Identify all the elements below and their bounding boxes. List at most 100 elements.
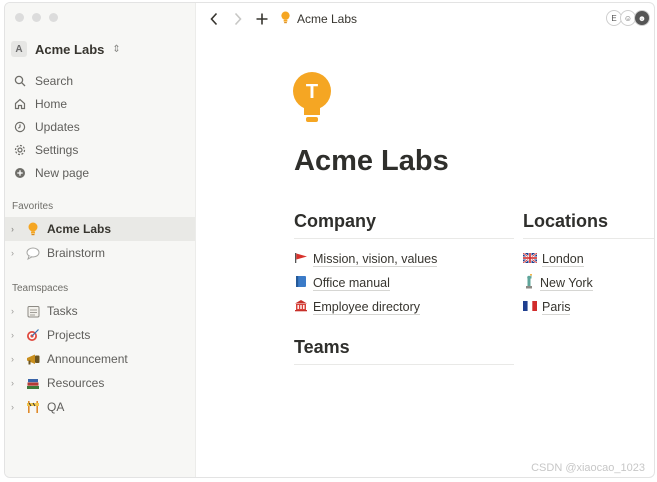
chevron-updown-icon: ⇕: [112, 43, 121, 55]
link-office-manual[interactable]: Office manual: [294, 271, 514, 295]
sidebar: A Acme Labs ⇕ Search Home Updates Settin…: [5, 3, 196, 477]
forward-button[interactable]: [226, 7, 250, 31]
app-window: A Acme Labs ⇕ Search Home Updates Settin…: [4, 2, 655, 478]
sidebar-item-label: Projects: [47, 328, 91, 342]
sidebar-item-announcement[interactable]: › Announcement: [5, 347, 195, 371]
page-content: T Acme Labs Company Mission, vision, val…: [196, 35, 654, 477]
france-flag-icon: [523, 300, 537, 314]
chevron-right-icon[interactable]: ›: [11, 306, 19, 316]
link-mission-vision-values[interactable]: Mission, vision, values: [294, 247, 514, 271]
close-window-button[interactable]: [15, 13, 24, 22]
chevron-right-icon[interactable]: ›: [11, 402, 19, 412]
workspace-switcher[interactable]: A Acme Labs ⇕: [11, 41, 121, 57]
calendar-icon: [25, 303, 41, 319]
workspace-avatar: A: [11, 41, 27, 57]
sidebar-item-home[interactable]: Home: [5, 92, 195, 115]
chevron-right-icon[interactable]: ›: [11, 378, 19, 388]
sidebar-item-label: Acme Labs: [47, 222, 112, 236]
lightbulb-icon: [25, 221, 41, 237]
gear-icon: [13, 143, 27, 157]
locations-heading: Locations: [523, 211, 654, 239]
link-new-york[interactable]: New York: [523, 271, 654, 295]
sidebar-item-label: Home: [35, 96, 68, 111]
link-label: New York: [540, 275, 593, 291]
chevron-right-icon[interactable]: ›: [11, 248, 19, 258]
link-paris[interactable]: Paris: [523, 295, 654, 319]
company-links: Mission, vision, values Office manual Em…: [294, 247, 514, 319]
link-label: Employee directory: [313, 299, 420, 315]
megaphone-icon: [25, 351, 41, 367]
sidebar-item-label: Resources: [47, 376, 105, 390]
maximize-window-button[interactable]: [49, 13, 58, 22]
sidebar-item-brainstorm[interactable]: › Brainstorm: [5, 241, 195, 265]
page-title[interactable]: Acme Labs: [294, 145, 449, 178]
plus-icon: [256, 13, 268, 25]
breadcrumb[interactable]: Acme Labs: [280, 11, 357, 27]
sidebar-item-label: Settings: [35, 142, 79, 157]
sidebar-item-label: Announcement: [47, 352, 128, 366]
link-label: Mission, vision, values: [313, 251, 438, 267]
new-page-button[interactable]: [250, 7, 274, 31]
link-label: Office manual: [313, 275, 390, 291]
statue-of-liberty-icon: [523, 273, 535, 292]
clock-icon: [13, 120, 27, 134]
sidebar-item-qa[interactable]: › QA: [5, 395, 195, 419]
home-icon: [13, 97, 27, 111]
workspace-name: Acme Labs: [35, 41, 105, 57]
sidebar-item-label: Brainstorm: [47, 246, 106, 260]
sidebar-item-new-page[interactable]: New page: [5, 161, 195, 184]
plus-circle-icon: [13, 166, 27, 180]
red-flag-icon: [294, 252, 308, 267]
link-label: Paris: [542, 299, 571, 315]
teams-heading: Teams: [294, 337, 514, 365]
sidebar-item-search[interactable]: Search: [5, 69, 195, 92]
company-column: Company Mission, vision, values Office m…: [294, 211, 514, 319]
back-button[interactable]: [202, 7, 226, 31]
bank-icon: [294, 299, 308, 315]
window-controls: [15, 13, 58, 22]
chevron-right-icon: [234, 12, 242, 26]
page-icon-lightbulb-icon[interactable]: T: [292, 71, 332, 132]
favorites-section-label: Favorites: [12, 201, 54, 212]
sidebar-item-label: Tasks: [47, 304, 78, 318]
chevron-right-icon[interactable]: ›: [11, 224, 19, 234]
teamspaces-list: › Tasks › Projects › Announcement › Reso…: [5, 299, 195, 419]
location-links: London New York Paris: [522, 247, 654, 319]
sidebar-item-projects[interactable]: › Projects: [5, 323, 195, 347]
blue-book-icon: [294, 275, 308, 291]
lightbulb-icon: [280, 11, 291, 27]
page-icon-letter: T: [306, 81, 318, 103]
favorites-list: › Acme Labs › Brainstorm: [5, 217, 195, 265]
company-heading: Company: [294, 211, 514, 239]
link-london[interactable]: London: [522, 247, 654, 271]
sidebar-item-settings[interactable]: Settings: [5, 138, 195, 161]
search-icon: [13, 74, 27, 88]
collaborator-avatars[interactable]: E ☺ ☻: [606, 10, 650, 26]
chevron-right-icon[interactable]: ›: [11, 330, 19, 340]
watermark: CSDN @xiaocao_1023: [531, 462, 645, 474]
target-icon: [25, 327, 41, 343]
construction-icon: [25, 399, 41, 415]
teamspaces-section-label: Teamspaces: [12, 283, 69, 294]
minimize-window-button[interactable]: [32, 13, 41, 22]
sidebar-item-label: New page: [35, 165, 90, 180]
sidebar-item-tasks[interactable]: › Tasks: [5, 299, 195, 323]
sidebar-nav: Search Home Updates Settings New page: [5, 69, 195, 184]
sidebar-item-label: Search: [35, 73, 74, 88]
sidebar-item-label: Updates: [35, 119, 80, 134]
sidebar-item-acme-labs[interactable]: › Acme Labs: [5, 217, 195, 241]
avatar[interactable]: ☻: [634, 10, 650, 26]
link-label: London: [542, 251, 584, 267]
link-employee-directory[interactable]: Employee directory: [294, 295, 514, 319]
sidebar-item-updates[interactable]: Updates: [5, 115, 195, 138]
chevron-left-icon: [210, 12, 218, 26]
speech-bubble-icon: [25, 245, 41, 261]
uk-flag-icon: [522, 252, 538, 266]
sidebar-item-label: QA: [47, 400, 65, 414]
sidebar-item-resources[interactable]: › Resources: [5, 371, 195, 395]
breadcrumb-label: Acme Labs: [297, 12, 358, 26]
topbar: Acme Labs E ☺ ☻: [196, 3, 654, 35]
chevron-right-icon[interactable]: ›: [11, 354, 19, 364]
locations-column: Locations London New York Paris: [522, 211, 654, 319]
books-icon: [25, 375, 41, 391]
